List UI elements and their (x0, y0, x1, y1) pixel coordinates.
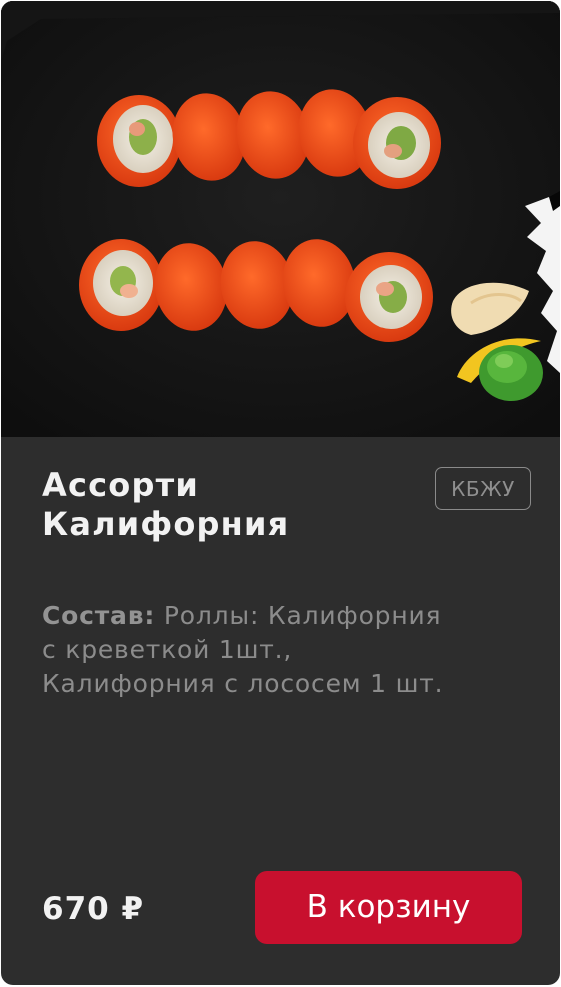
composition-line3: Калифорния с лососем 1 шт. (42, 669, 444, 698)
product-composition: Состав: Роллы: Калифорния с креветкой 1ш… (42, 599, 532, 701)
composition-line1: Состав: Роллы: Калифорния (42, 599, 532, 633)
product-title-line2: Калифорния (42, 505, 290, 543)
composition-text1: Роллы: Калифорния (155, 601, 442, 630)
product-price: 670 ₽ (42, 891, 145, 927)
product-title-line1: Ассорти (42, 466, 199, 504)
composition-label: Состав: (42, 601, 156, 630)
kbju-button[interactable]: КБЖУ (435, 467, 531, 510)
product-title: Ассорти Калифорния (42, 466, 402, 544)
product-photo[interactable] (1, 1, 560, 437)
composition-line2: с креветкой 1шт., (42, 635, 293, 664)
add-to-cart-button[interactable]: В корзину (255, 871, 522, 944)
product-card: Ассорти Калифорния КБЖУ Состав: Роллы: К… (1, 1, 560, 985)
